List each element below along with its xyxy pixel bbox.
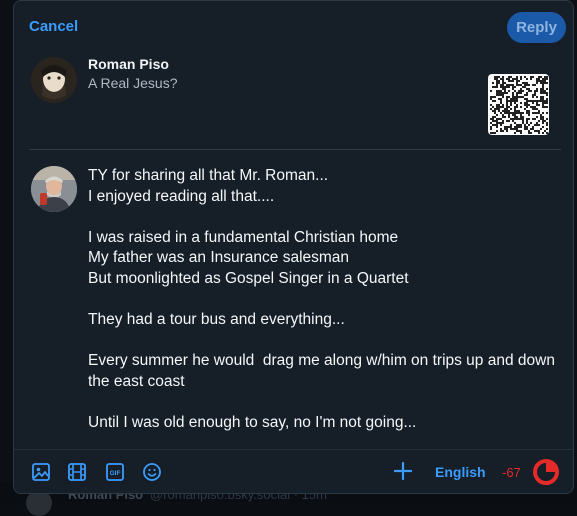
post-text-line: TY for sharing all that Mr. Roman... bbox=[88, 167, 329, 184]
video-icon[interactable] bbox=[67, 462, 87, 482]
post-text-line: My father was an Insurance salesman bbox=[88, 249, 350, 267]
plus-icon[interactable] bbox=[392, 460, 414, 482]
quoted-post-text: A Real Jesus? bbox=[88, 75, 178, 91]
post-text-line: Every summer he would drag me along w/hi… bbox=[88, 352, 560, 390]
reply-composer-dialog: Cancel Reply Roman Piso A Real Jesus? TY… bbox=[13, 0, 574, 494]
quoted-author-name: Roman Piso bbox=[88, 56, 169, 72]
character-count: -67 bbox=[502, 465, 521, 480]
emoji-icon[interactable] bbox=[142, 462, 162, 482]
post-text-line bbox=[88, 207, 558, 228]
post-text-line: I was raised in a fundamental Christian … bbox=[88, 228, 399, 246]
image-icon[interactable] bbox=[31, 462, 51, 482]
divider bbox=[29, 149, 561, 150]
post-text-line: I enjoyed reading all that.... bbox=[88, 187, 275, 205]
post-text-line bbox=[88, 290, 558, 311]
post-text-line: They had a tour bus and everything... bbox=[88, 311, 345, 329]
post-text-input[interactable]: TY for sharing all that Mr. Roman... I en… bbox=[88, 166, 558, 434]
character-limit-ring bbox=[532, 458, 560, 486]
post-text-line bbox=[88, 331, 558, 352]
composer-avatar bbox=[31, 166, 77, 212]
gif-icon-glyph: GIF bbox=[110, 470, 121, 477]
gif-icon[interactable]: GIF bbox=[105, 462, 125, 482]
post-text-line: But moonlighted as Gospel Singer in a Qu… bbox=[88, 269, 409, 287]
post-text-line bbox=[88, 393, 558, 414]
post-text-line: Until I was old enough to say, no I'm no… bbox=[88, 414, 417, 432]
quoted-author-avatar[interactable] bbox=[31, 57, 77, 103]
reply-button[interactable]: Reply bbox=[507, 12, 566, 43]
toolbar-divider bbox=[14, 449, 573, 450]
cancel-button[interactable]: Cancel bbox=[29, 18, 78, 35]
language-selector[interactable]: English bbox=[435, 464, 486, 480]
quoted-post-image[interactable] bbox=[488, 74, 549, 135]
